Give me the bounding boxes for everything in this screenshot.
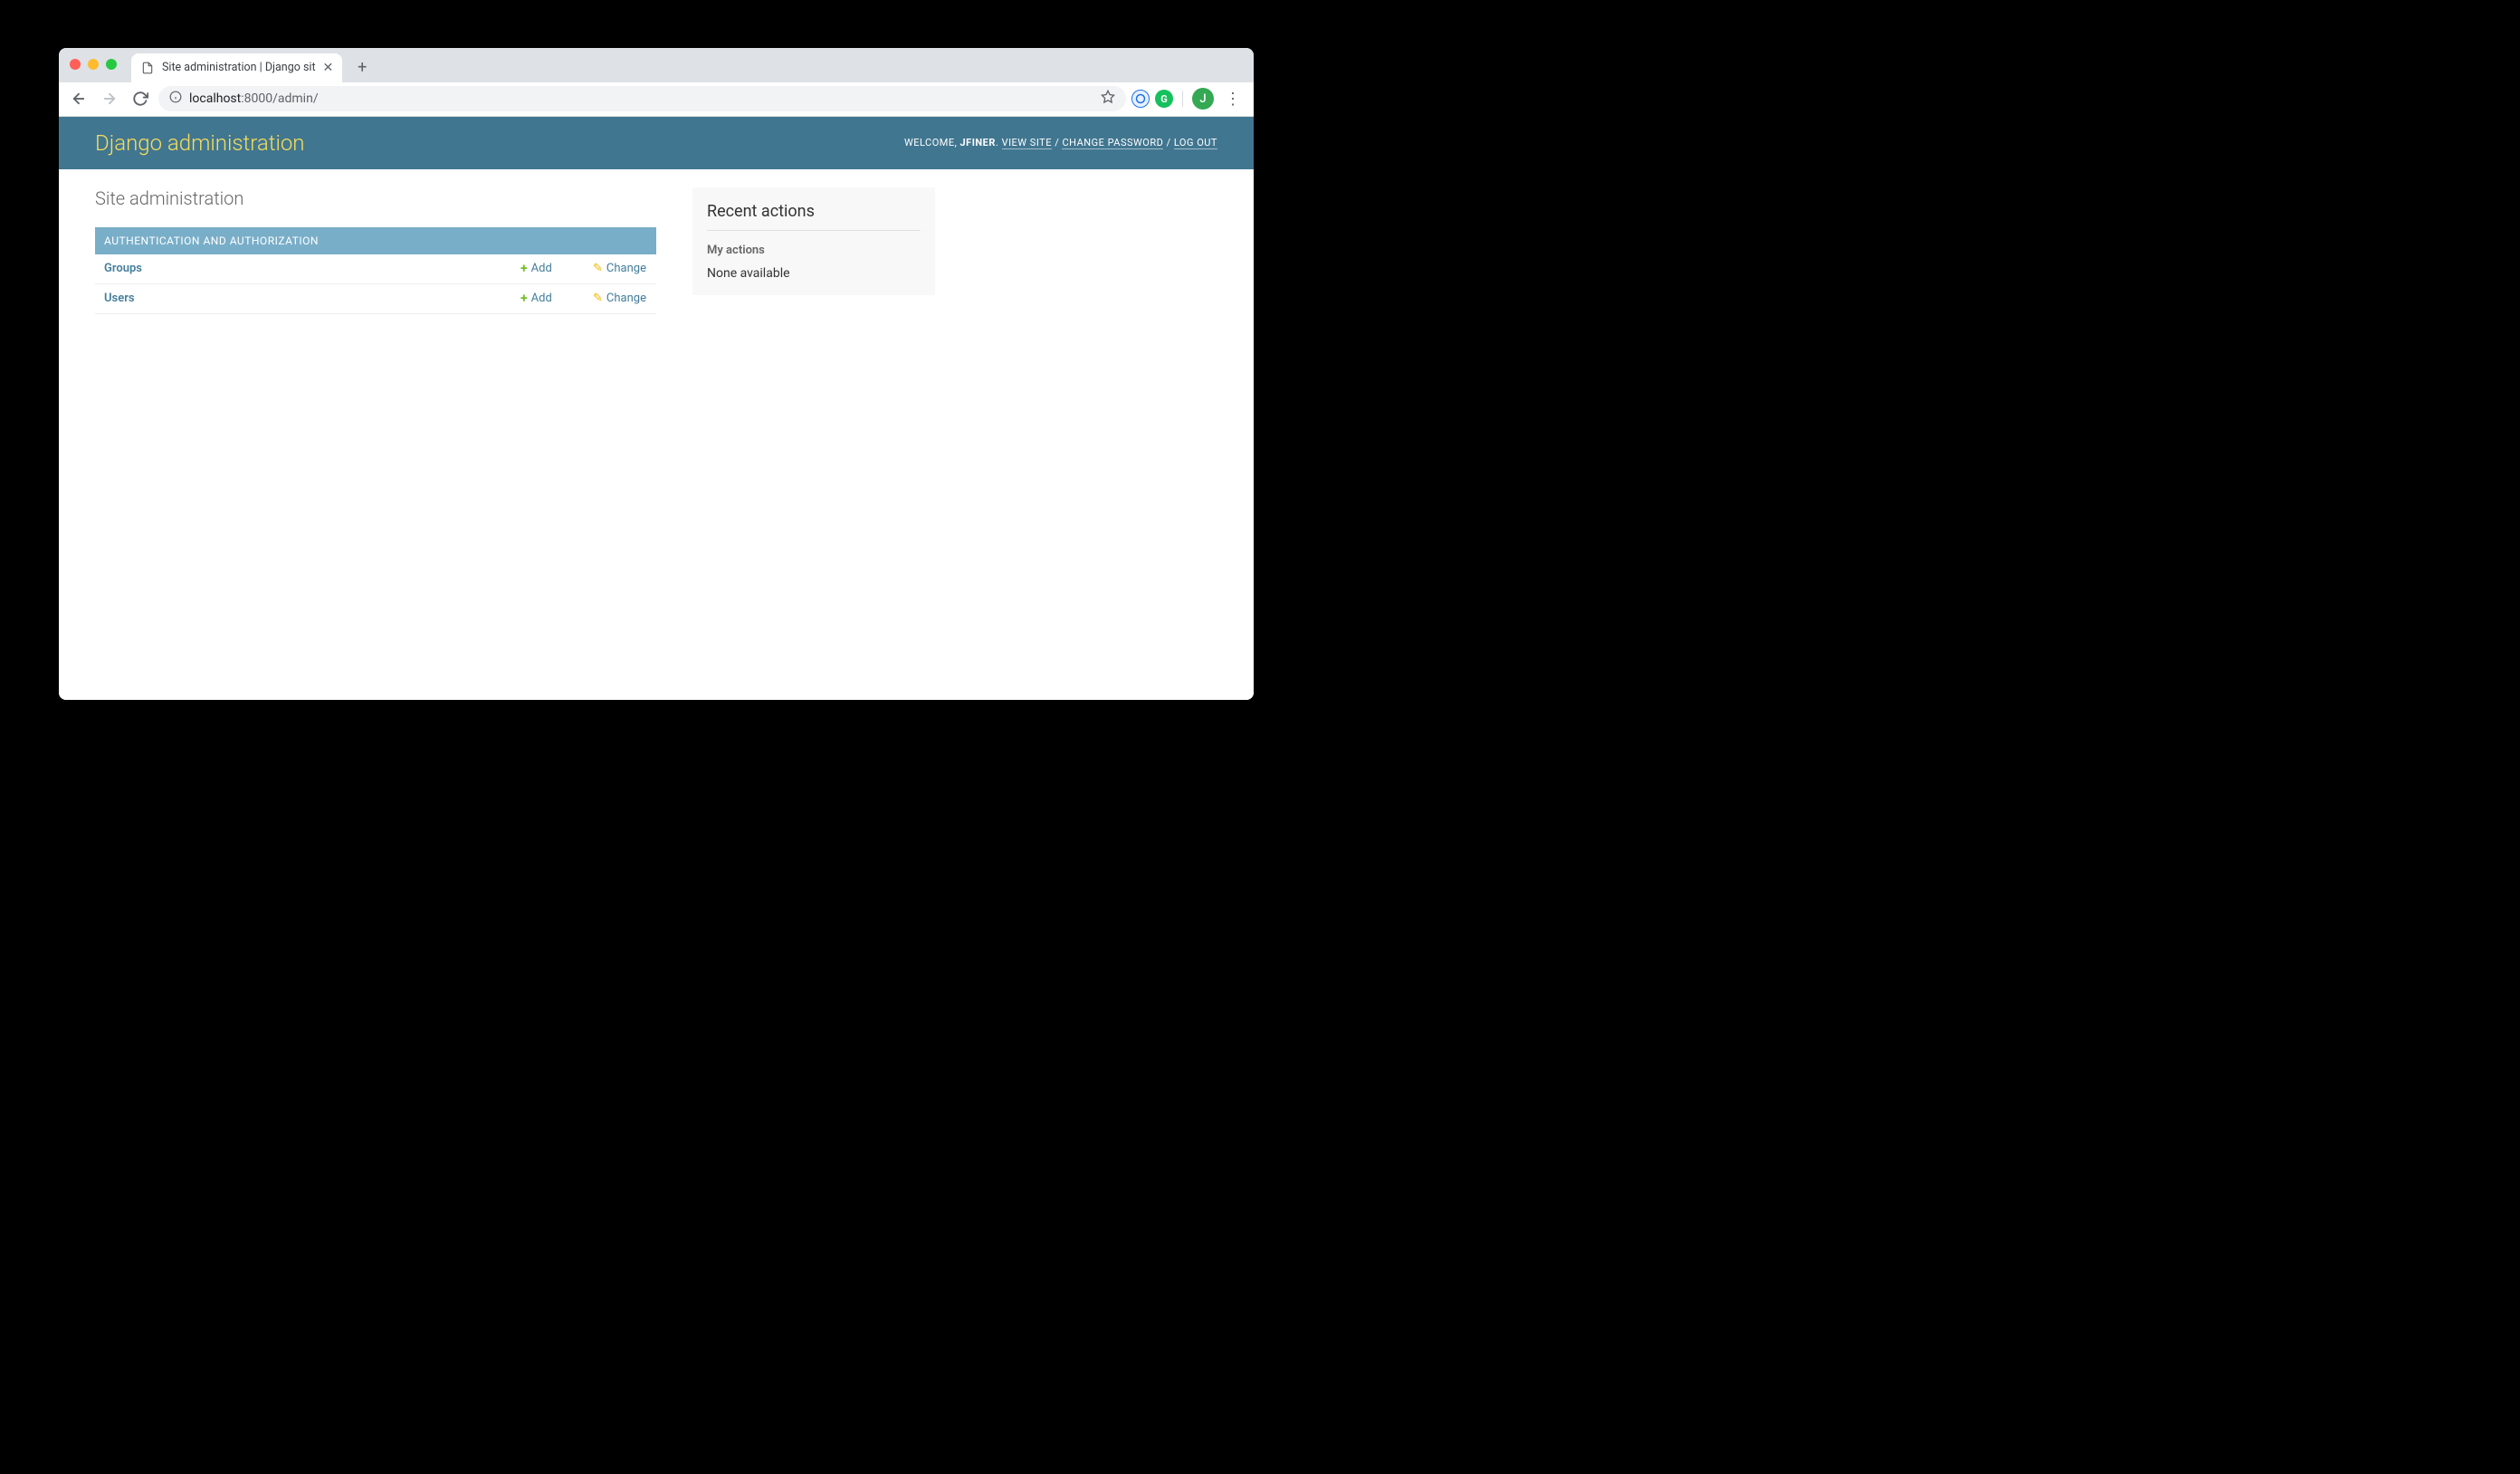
browser-menu-button[interactable]: ⋮ — [1219, 90, 1246, 109]
forward-button[interactable] — [97, 86, 122, 111]
site-branding: Django administration — [95, 130, 305, 156]
change-link-users[interactable]: ✎Change — [593, 292, 646, 305]
page-favicon-icon — [140, 61, 155, 75]
app-module-auth: AUTHENTICATION AND AUTHORIZATION Groups … — [95, 227, 656, 314]
content-sidebar: Recent actions My actions None available — [692, 187, 935, 341]
address-bar[interactable]: localhost:8000/admin/ — [158, 86, 1126, 111]
welcome-text: WELCOME, — [904, 137, 960, 148]
new-tab-button[interactable]: + — [349, 55, 375, 81]
profile-avatar[interactable]: J — [1192, 88, 1214, 110]
browser-window: Site administration | Django sit ✕ + loc… — [59, 48, 1254, 700]
model-link-users[interactable]: Users — [104, 292, 135, 305]
recent-actions-module: Recent actions My actions None available — [692, 187, 935, 295]
window-close-button[interactable] — [70, 59, 81, 70]
username: JFINER — [960, 137, 996, 148]
tab-close-button[interactable]: ✕ — [323, 61, 334, 75]
add-link-users[interactable]: +Add — [520, 292, 552, 306]
logout-link[interactable]: LOG OUT — [1174, 137, 1217, 149]
plus-icon: + — [520, 262, 528, 276]
pencil-icon: ✎ — [593, 292, 603, 305]
toolbar-divider — [1182, 91, 1183, 107]
none-available-text: None available — [707, 266, 921, 281]
content-wrapper: Site administration AUTHENTICATION AND A… — [59, 169, 1254, 359]
back-button[interactable] — [66, 86, 91, 111]
my-actions-heading: My actions — [707, 244, 921, 257]
page-heading: Site administration — [95, 187, 656, 209]
add-link-groups[interactable]: +Add — [520, 262, 552, 276]
content-main: Site administration AUTHENTICATION AND A… — [95, 187, 656, 341]
tab-bar: Site administration | Django sit ✕ + — [59, 48, 1254, 82]
model-row-groups: Groups +Add ✎Change — [95, 254, 656, 284]
site-info-icon[interactable] — [169, 91, 182, 107]
browser-toolbar: localhost:8000/admin/ G J ⋮ — [59, 82, 1254, 117]
browser-tab[interactable]: Site administration | Django sit ✕ — [131, 53, 342, 82]
change-link-groups[interactable]: ✎Change — [593, 262, 646, 275]
window-maximize-button[interactable] — [106, 59, 117, 70]
bookmark-star-icon[interactable] — [1101, 90, 1115, 108]
pencil-icon: ✎ — [593, 262, 603, 275]
model-table: Groups +Add ✎Change Users +Add ✎Change — [95, 254, 656, 314]
user-tools: WELCOME, JFINER. VIEW SITE / CHANGE PASS… — [904, 137, 1217, 148]
model-row-users: Users +Add ✎Change — [95, 283, 656, 313]
page-viewport: Django administration WELCOME, JFINER. V… — [59, 117, 1254, 700]
change-password-link[interactable]: CHANGE PASSWORD — [1062, 137, 1163, 149]
url-text: localhost:8000/admin/ — [189, 91, 319, 106]
admin-header: Django administration WELCOME, JFINER. V… — [59, 117, 1254, 169]
module-caption[interactable]: AUTHENTICATION AND AUTHORIZATION — [95, 227, 656, 254]
extension-icon-1[interactable] — [1131, 90, 1150, 108]
view-site-link[interactable]: VIEW SITE — [1002, 137, 1052, 149]
extension-icon-grammarly[interactable]: G — [1155, 90, 1173, 108]
tab-title: Site administration | Django sit — [162, 61, 316, 74]
recent-actions-heading: Recent actions — [707, 202, 921, 231]
plus-icon: + — [520, 292, 528, 306]
window-minimize-button[interactable] — [88, 59, 99, 70]
model-link-groups[interactable]: Groups — [104, 262, 142, 275]
reload-button[interactable] — [128, 86, 153, 111]
window-controls — [70, 59, 117, 70]
